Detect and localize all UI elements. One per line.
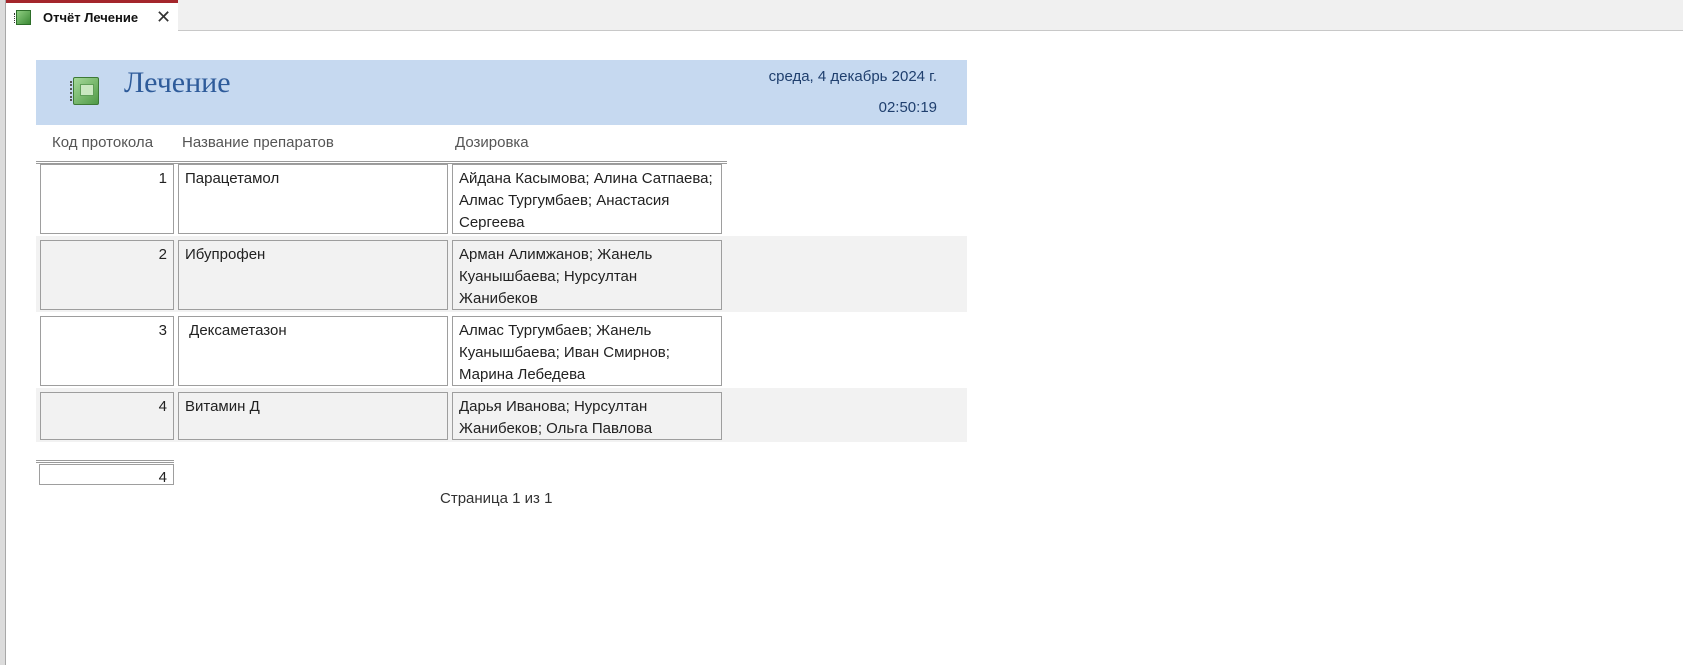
- column-header-dosage: Дозировка: [455, 134, 529, 151]
- report-icon: [14, 9, 31, 25]
- notebook-icon: [70, 77, 99, 105]
- close-icon[interactable]: ✕: [156, 7, 171, 27]
- cell-dosage: Арман Алимжанов; Жанель Куанышбаева; Нур…: [452, 240, 722, 310]
- footer-divider: [36, 460, 174, 463]
- document-tab-bar: Отчёт Лечение ✕: [6, 0, 1683, 31]
- cell-name: Витамин Д: [178, 392, 448, 440]
- cell-name: Дексаметазон: [178, 316, 448, 386]
- table-row: 2 Ибупрофен Арман Алимжанов; Жанель Куан…: [36, 236, 967, 312]
- report-title: Лечение: [124, 66, 231, 99]
- column-header-code: Код протокола: [52, 134, 154, 151]
- report-date: среда, 4 декабрь 2024 г.: [768, 68, 937, 85]
- cell-dosage: Дарья Иванова; Нурсултан Жанибеков; Ольг…: [452, 392, 722, 440]
- cell-dosage: Алмас Тургумбаев; Жанель Куанышбаева; Ив…: [452, 316, 722, 386]
- column-header-name: Название препаратов: [182, 134, 334, 151]
- table-row: 1 Парацетамол Айдана Касымова; Алина Сат…: [36, 160, 967, 236]
- report-header: Лечение среда, 4 декабрь 2024 г. 02:50:1…: [36, 60, 967, 125]
- record-count: 4: [39, 464, 174, 485]
- table-row: 3 Дексаметазон Алмас Тургумбаев; Жанель …: [36, 312, 967, 388]
- report-time: 02:50:19: [878, 99, 937, 116]
- tab-report-treatment[interactable]: Отчёт Лечение ✕: [6, 0, 178, 31]
- cell-code: 2: [40, 240, 174, 310]
- cell-dosage: Айдана Касымова; Алина Сатпаева; Алмас Т…: [452, 164, 722, 234]
- cell-code: 3: [40, 316, 174, 386]
- table-row: 4 Витамин Д Дарья Иванова; Нурсултан Жан…: [36, 388, 967, 442]
- cell-name: Ибупрофен: [178, 240, 448, 310]
- window-left-border: [0, 0, 6, 665]
- cell-code: 4: [40, 392, 174, 440]
- tab-label: Отчёт Лечение: [43, 9, 139, 25]
- cell-code: 1: [40, 164, 174, 234]
- page-number: Страница 1 из 1: [440, 490, 553, 507]
- cell-name: Парацетамол: [178, 164, 448, 234]
